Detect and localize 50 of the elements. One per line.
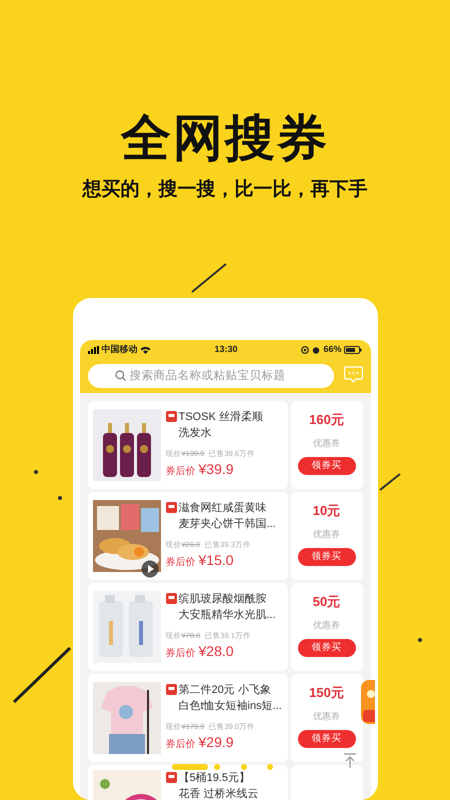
final-price: ¥28.0 [198, 642, 234, 661]
accent-line [12, 646, 72, 704]
coupon-label: 优惠券 [313, 618, 340, 632]
product-title: 【5桶19.5元】 花香 过桥米线云 [178, 770, 259, 800]
claim-button[interactable]: 领券买 [298, 548, 356, 566]
store-icon [166, 592, 176, 604]
product-card[interactable]: 【5桶19.5元】 花香 过桥米线云 [88, 764, 288, 800]
coupon-amount: 160元 [309, 410, 344, 428]
store-icon [166, 684, 176, 694]
coupon-amount: 10元 [312, 502, 340, 520]
battery-percent: 66% [323, 342, 342, 356]
final-price: ¥39.9 [198, 460, 234, 479]
claim-button[interactable]: 领券买 [298, 639, 356, 657]
accent-dot [34, 470, 38, 474]
price-label: 券后价 [166, 464, 196, 479]
product-title: 缤肌玻尿酸烟酰胺 大安瓶精华水光肌... [178, 592, 276, 622]
battery-icon [344, 346, 362, 354]
play-icon[interactable] [140, 560, 158, 578]
accent-line [191, 263, 227, 293]
tagline: 想买的，搜一搜，比一比，再下手 [82, 178, 368, 202]
coupon-label: 优惠券 [313, 436, 340, 450]
price-label: 券后价 [166, 556, 196, 570]
headline: 全网搜券 [121, 110, 329, 166]
signal-icon [88, 346, 100, 354]
wifi-icon [140, 346, 150, 354]
price-label: 券后价 [166, 738, 196, 752]
search-icon [114, 370, 126, 380]
claim-button[interactable]: 领券买 [298, 457, 356, 475]
product-title: TSOSK 丝滑柔顺 洗发水 [178, 410, 263, 440]
product-title: 滋食网红咸蛋黄味 麦芽夹心饼干韩国... [178, 500, 276, 532]
price-label: 券后价 [166, 646, 196, 661]
carrier-name: 中国移动 [102, 342, 138, 356]
coupon-amount: 50元 [312, 592, 340, 610]
accent-line [379, 473, 401, 491]
search-field[interactable]: 搜索商品名称或粘贴宝贝标题 [88, 364, 334, 388]
back-to-top-icon[interactable] [342, 752, 356, 768]
store-icon [166, 502, 176, 512]
clock-time: 13:30 [214, 342, 238, 356]
product-title: 第二件20元 小飞象 白色t恤女短袖ins短... [178, 682, 282, 714]
accent-dot [58, 496, 62, 500]
store-icon [166, 772, 176, 782]
coupon-amount: 150元 [309, 684, 344, 702]
store-icon [166, 410, 176, 422]
promo-badge-icon[interactable] [360, 680, 374, 724]
coupon-label: 优惠券 [313, 710, 340, 722]
final-price: ¥29.9 [198, 732, 234, 752]
claim-button[interactable]: 领券买 [298, 730, 356, 748]
coupon-label: 优惠券 [313, 528, 340, 540]
final-price: ¥15.0 [198, 550, 234, 570]
accent-dot [418, 638, 422, 642]
